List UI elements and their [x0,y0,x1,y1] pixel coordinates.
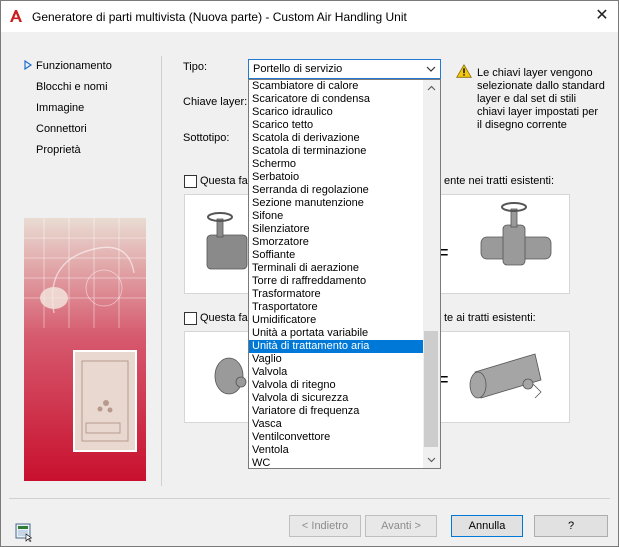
dropdown-item[interactable]: Scambiatore di calore [249,80,424,93]
dropdown-item[interactable]: Valvola di sicurezza [249,392,424,405]
dropdown-item[interactable]: Serranda di regolazione [249,184,424,197]
cancel-button[interactable]: Annulla [451,515,523,537]
dropdown-item[interactable]: Ventola [249,444,424,457]
dropdown-item[interactable]: Silenziatore [249,223,424,236]
next-button[interactable]: Avanti > [365,515,437,537]
dropdown-item[interactable]: Trasportatore [249,301,424,314]
dropdown-items: Scambiatore di calore Scaricatore di cond… [249,80,424,468]
dropdown-item[interactable]: Sifone [249,210,424,223]
dropdown-item[interactable]: Smorzatore [249,236,424,249]
autocad-app-icon [10,10,22,22]
dropdown-item[interactable]: WC [249,457,424,468]
dropdown-item[interactable]: Umidificatore [249,314,424,327]
dropdown-item-selected[interactable]: Unità di trattamento aria [249,340,424,353]
nav-item-funzionamento[interactable]: Funzionamento [36,60,112,72]
dropdown-item[interactable]: Vaglio [249,353,424,366]
dropdown-item[interactable]: Valvola [249,366,424,379]
wizard-illustration [24,218,146,481]
dropdown-item[interactable]: Scarico tetto [249,119,424,132]
dropdown-item[interactable]: Scatola di terminazione [249,145,424,158]
chevron-down-icon[interactable] [425,63,437,75]
dropdown-item[interactable]: Unità a portata variabile [249,327,424,340]
dropdown-item[interactable]: Vasca [249,418,424,431]
nav-item-connettori[interactable]: Connettori [36,123,87,135]
scrollbar-thumb[interactable] [424,331,438,447]
scroll-down-arrow-icon[interactable] [423,451,440,468]
dropdown-item[interactable]: Terminali di aerazione [249,262,424,275]
dropdown-item[interactable]: Scaricatore di condensa [249,93,424,106]
window-title: Generatore di parti multivista (Nuova pa… [32,10,407,24]
sottotipo-label: Sottotipo: [183,132,230,144]
dropdown-scrollbar[interactable] [423,80,440,468]
nav-item-blocchi-e-nomi[interactable]: Blocchi e nomi [36,81,108,93]
title-bar: Generatore di parti multivista (Nuova pa… [1,1,618,32]
dropdown-item[interactable]: Soffiante [249,249,424,262]
dropdown-item[interactable]: Torre di raffreddamento [249,275,424,288]
footer-divider [9,498,610,499]
nav-item-immagine[interactable]: Immagine [36,102,84,114]
dropdown-item[interactable]: Sezione manutenzione [249,197,424,210]
dropdown-item[interactable]: Scatola di derivazione [249,132,424,145]
active-item-arrow-icon [24,60,33,70]
tipo-dropdown-list[interactable]: Scambiatore di calore Scaricatore di cond… [248,79,441,469]
dropdown-item[interactable]: Variatore di frequenza [249,405,424,418]
dropdown-item[interactable]: Serbatoio [249,171,424,184]
tipo-combobox-value: Portello di servizio [253,63,343,75]
option-1-label-start: Questa far [200,175,252,187]
layer-key-warning-text: Le chiavi layer vengono selezionate dall… [477,67,605,131]
help-button[interactable]: ? [534,515,608,537]
multiview-part-generator-dialog: Generatore di parti multivista (Nuova pa… [0,0,619,547]
chiave-layer-label: Chiave layer: [183,96,248,108]
tipo-label: Tipo: [183,61,208,73]
vertical-divider [161,56,162,486]
dropdown-item[interactable]: Schermo [249,158,424,171]
nav-item-proprieta[interactable]: Proprietà [36,144,81,156]
scroll-up-arrow-icon[interactable] [423,80,440,97]
tipo-combobox[interactable]: Portello di servizio [248,59,441,79]
option-1-checkbox[interactable] [184,175,197,188]
dropdown-item[interactable]: Ventilconvettore [249,431,424,444]
dropdown-item[interactable]: Valvola di ritegno [249,379,424,392]
option-2-label-end: te ai tratti esistenti: [444,312,536,324]
close-button[interactable]: ✕ [589,7,615,27]
workspace-toggle-icon[interactable] [14,522,34,542]
option-2-checkbox[interactable] [184,312,197,325]
option-2-label-start: Questa far [200,312,252,324]
dropdown-item[interactable]: Trasformatore [249,288,424,301]
dropdown-item[interactable]: Scarico idraulico [249,106,424,119]
back-button[interactable]: < Indietro [289,515,361,537]
option-1-label-end: ente nei tratti esistenti: [444,175,555,187]
warning-icon [456,64,472,78]
